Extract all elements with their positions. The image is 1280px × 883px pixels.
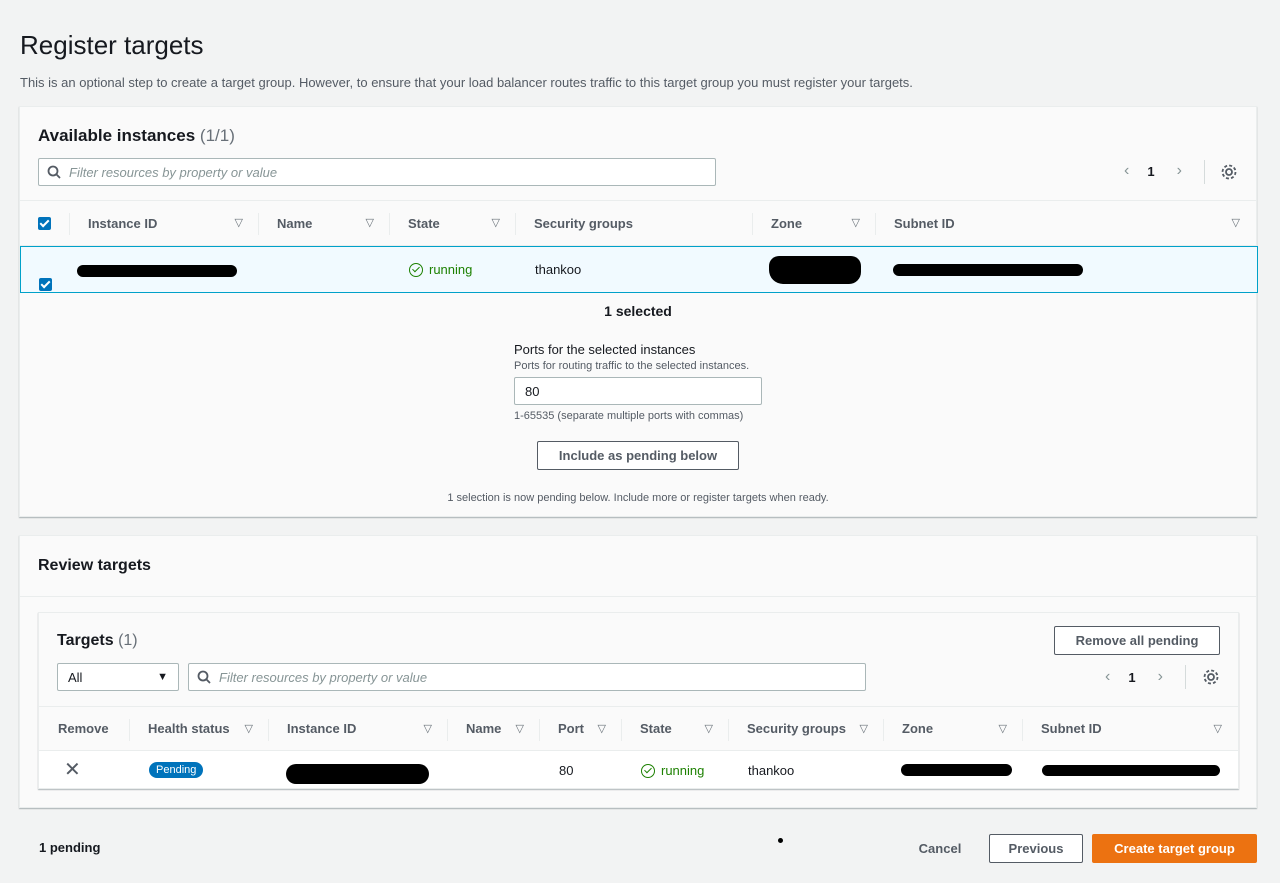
sort-icon: ▽ [365, 217, 374, 229]
column-instance-id[interactable]: Instance ID ▽ [70, 201, 259, 245]
sort-icon: ▽ [1213, 723, 1222, 735]
available-instances-heading: Available instances (1/1) [38, 126, 235, 146]
column-name[interactable]: Name ▽ [259, 201, 390, 245]
include-as-pending-button[interactable]: Include as pending below [537, 441, 739, 470]
sort-icon: ▽ [1231, 217, 1240, 229]
column-port[interactable]: Port ▽ [540, 707, 622, 750]
review-header: Review targets [20, 536, 1256, 597]
pending-note: 1 selection is now pending below. Includ… [447, 492, 829, 504]
chevron-right-icon[interactable]: › [1177, 162, 1182, 180]
row-checkbox[interactable] [39, 278, 52, 291]
redacted-instance-id [286, 764, 429, 784]
check-circle-icon [409, 262, 423, 277]
redacted-zone [769, 256, 861, 284]
column-security-groups[interactable]: Security groups [516, 201, 753, 245]
select-all-checkbox[interactable] [38, 216, 51, 230]
sort-icon: ▽ [851, 217, 860, 229]
available-instances-count: (1/1) [199, 126, 235, 145]
ports-hint: 1-65535 (separate multiple ports with co… [514, 410, 744, 422]
column-subnet-id[interactable]: Subnet ID ▽ [876, 201, 1256, 245]
caret-down-icon: ▼ [157, 671, 168, 683]
targets-filter-select[interactable]: All ▼ [57, 663, 179, 691]
page-title: Register targets [20, 30, 204, 60]
review-targets-panel: Review targets Targets (1) Remove all pe… [19, 535, 1257, 808]
pending-count: 1 pending [39, 840, 101, 855]
column-security-groups[interactable]: Security groups ▽ [729, 707, 884, 750]
table-row: ✕ Pending 80 running thankoo [39, 751, 1238, 789]
available-search-input[interactable]: Filter resources by property or value [38, 158, 716, 186]
sort-icon: ▽ [423, 723, 432, 735]
column-state[interactable]: State ▽ [622, 707, 729, 750]
targets-table-header: Remove Health status ▽ Instance ID ▽ Name ▽… [39, 706, 1238, 751]
cursor-dot [778, 838, 783, 843]
chevron-right-icon[interactable]: › [1158, 668, 1163, 686]
sort-icon: ▽ [998, 723, 1007, 735]
column-remove: Remove [39, 707, 130, 750]
redacted-zone [901, 764, 1012, 776]
available-pagination: ‹ 1 › [1124, 162, 1182, 180]
status-badge: Pending [149, 762, 204, 778]
ports-label: Ports for the selected instances [514, 342, 696, 357]
ports-value: 80 [525, 383, 540, 399]
available-table-header: Instance ID ▽ Name ▽ State ▽ Security group… [20, 200, 1256, 246]
column-zone[interactable]: Zone ▽ [753, 201, 876, 245]
redacted-subnet-id [1042, 765, 1220, 776]
sort-icon: ▽ [597, 723, 606, 735]
divider [1204, 160, 1205, 184]
chevron-left-icon[interactable]: ‹ [1124, 162, 1129, 180]
targets-pagination: ‹ 1 › [1105, 668, 1163, 686]
search-placeholder: Filter resources by property or value [69, 164, 278, 180]
sort-icon: ▽ [704, 723, 713, 735]
remove-all-pending-button[interactable]: Remove all pending [1054, 626, 1220, 655]
available-instances-title: Available instances [38, 126, 196, 145]
select-all-cell [20, 201, 70, 245]
close-icon[interactable]: ✕ [64, 760, 81, 780]
redacted-subnet-id [893, 264, 1083, 276]
create-target-group-button[interactable]: Create target group [1092, 834, 1257, 863]
ports-description: Ports for routing traffic to the selecte… [514, 360, 750, 372]
port-value: 80 [559, 763, 574, 778]
targets-search-input[interactable]: Filter resources by property or value [188, 663, 866, 691]
check-circle-icon [641, 763, 655, 778]
selected-count: 1 selected [604, 303, 672, 319]
search-icon [47, 165, 61, 179]
column-health-status[interactable]: Health status ▽ [130, 707, 269, 750]
review-targets-heading: Review targets [38, 557, 151, 574]
available-instances-panel: Available instances (1/1) Filter resourc… [19, 106, 1258, 517]
gear-icon[interactable] [1220, 163, 1238, 181]
divider [1185, 665, 1186, 689]
column-instance-id[interactable]: Instance ID ▽ [269, 707, 448, 750]
previous-button[interactable]: Previous [989, 834, 1083, 863]
ports-input[interactable]: 80 [514, 377, 762, 405]
table-row[interactable]: running thankoo [20, 246, 1258, 293]
page-description: This is an optional step to create a tar… [20, 75, 913, 90]
state-running: running [641, 763, 704, 778]
security-group-value: thankoo [535, 262, 582, 277]
security-group-value: thankoo [748, 763, 795, 778]
state-running: running [409, 262, 472, 277]
chevron-left-icon[interactable]: ‹ [1105, 668, 1110, 686]
column-name[interactable]: Name ▽ [448, 707, 540, 750]
filter-select-value: All [68, 669, 83, 685]
sort-icon: ▽ [491, 217, 500, 229]
targets-count: (1) [118, 632, 138, 649]
sort-icon: ▽ [859, 723, 868, 735]
search-placeholder: Filter resources by property or value [219, 669, 428, 685]
search-icon [197, 670, 211, 684]
redacted-instance-id [77, 265, 237, 277]
column-zone[interactable]: Zone ▽ [884, 707, 1023, 750]
targets-heading: Targets (1) [57, 632, 138, 650]
column-state[interactable]: State ▽ [390, 201, 516, 245]
targets-table-container: Targets (1) Remove all pending All ▼ Fil… [38, 612, 1239, 789]
page-number[interactable]: 1 [1128, 670, 1135, 685]
sort-icon: ▽ [515, 723, 524, 735]
sort-icon: ▽ [234, 217, 243, 229]
sort-icon: ▽ [244, 723, 253, 735]
page-number[interactable]: 1 [1147, 164, 1154, 179]
targets-title: Targets [57, 632, 114, 649]
cancel-button[interactable]: Cancel [900, 834, 980, 863]
gear-icon[interactable] [1202, 668, 1220, 686]
column-subnet-id[interactable]: Subnet ID ▽ [1023, 707, 1238, 750]
